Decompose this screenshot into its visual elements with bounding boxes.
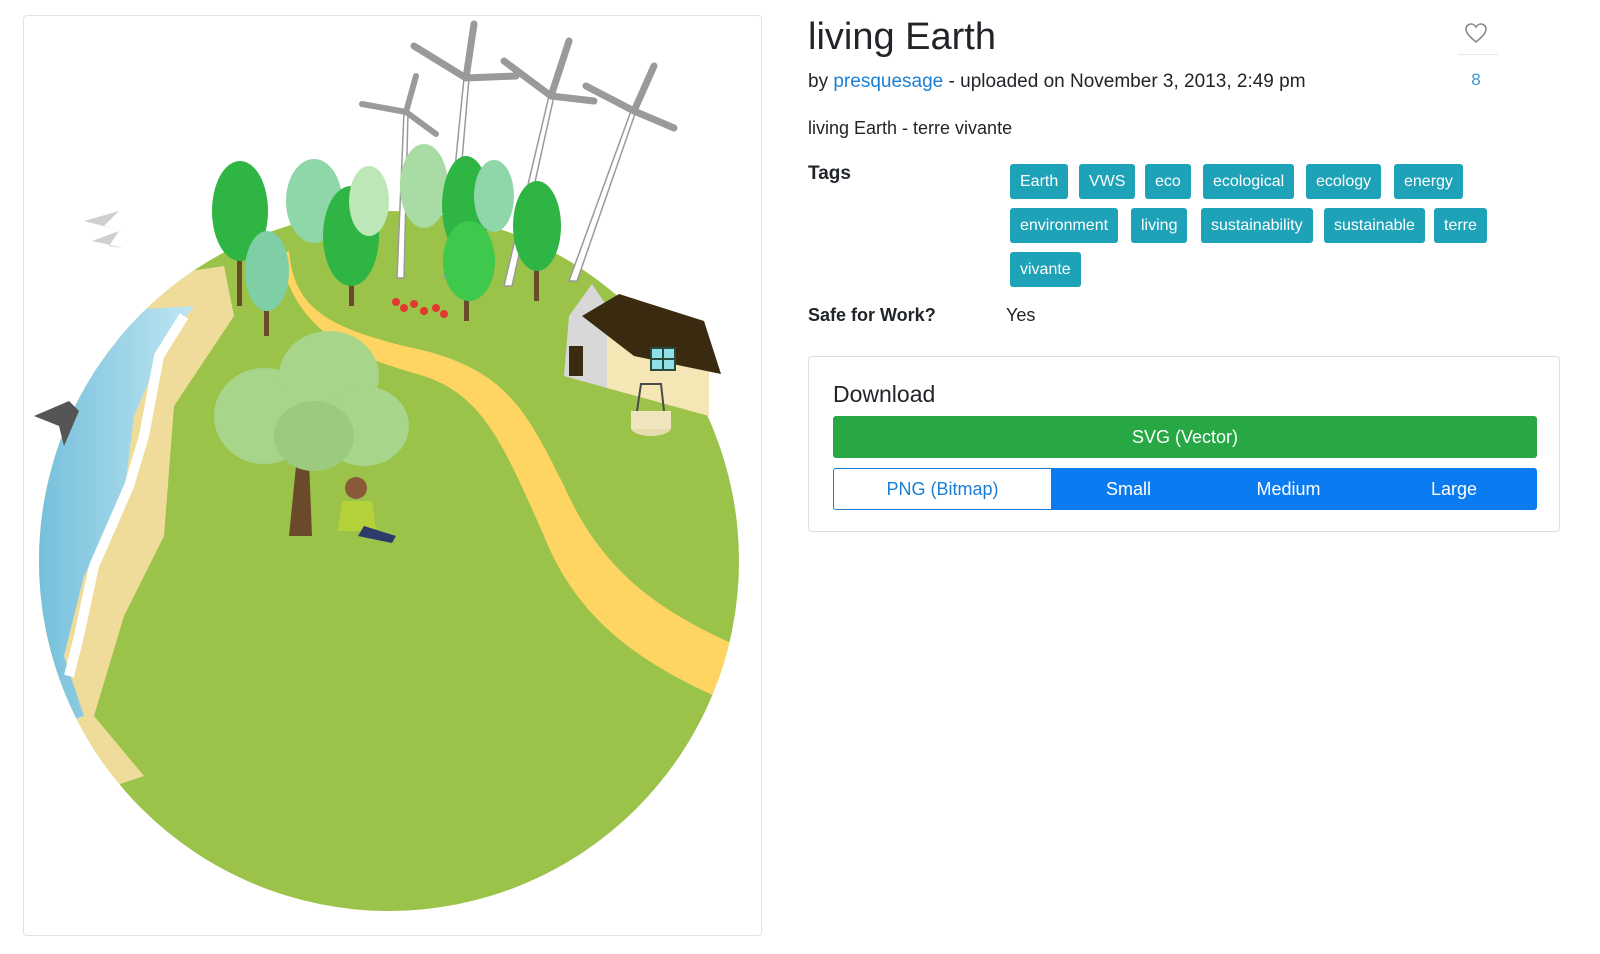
by-prefix: by bbox=[808, 71, 829, 92]
tags-label: Tags bbox=[808, 163, 851, 184]
author-link[interactable]: presquesage bbox=[833, 71, 943, 92]
download-small-button[interactable]: Small bbox=[1051, 468, 1206, 510]
download-title: Download bbox=[833, 381, 936, 407]
tag-sustainability[interactable]: sustainability bbox=[1201, 208, 1313, 243]
sfw-value: Yes bbox=[1006, 305, 1036, 325]
upload-date: - uploaded on November 3, 2013, 2:49 pm bbox=[948, 71, 1306, 92]
favorite-count: 8 bbox=[1471, 70, 1481, 89]
artwork-preview bbox=[23, 15, 762, 936]
sfw-label: Safe for Work? bbox=[808, 305, 936, 325]
tag-eco[interactable]: eco bbox=[1145, 164, 1191, 199]
tag-vivante[interactable]: vivante bbox=[1010, 252, 1081, 287]
download-large-button[interactable]: Large bbox=[1371, 468, 1537, 510]
tag-environment[interactable]: environment bbox=[1010, 208, 1119, 243]
tag-sustainable[interactable]: sustainable bbox=[1324, 208, 1425, 243]
png-bitmap-label: PNG (Bitmap) bbox=[833, 468, 1052, 510]
page-title: living Earth bbox=[808, 16, 996, 58]
tag-ecological[interactable]: ecological bbox=[1203, 164, 1295, 199]
tag-earth[interactable]: Earth bbox=[1010, 164, 1069, 199]
download-medium-button[interactable]: Medium bbox=[1206, 468, 1371, 510]
globe bbox=[39, 211, 739, 911]
tag-vws[interactable]: VWS bbox=[1079, 164, 1136, 199]
download-svg-button[interactable]: SVG (Vector) bbox=[833, 416, 1537, 458]
tag-ecology[interactable]: ecology bbox=[1306, 164, 1382, 199]
tag-terre[interactable]: terre bbox=[1434, 208, 1487, 243]
heart-icon[interactable] bbox=[1464, 22, 1488, 44]
favorite-divider bbox=[1458, 54, 1498, 55]
artwork-details: living Earth by presquesage - uploaded o… bbox=[808, 0, 1560, 954]
tag-energy[interactable]: energy bbox=[1394, 164, 1463, 199]
tag-living[interactable]: living bbox=[1131, 208, 1188, 243]
png-download-group: PNG (Bitmap) Small Medium Large bbox=[833, 468, 1537, 510]
byline: by presquesage - uploaded on November 3,… bbox=[808, 71, 1306, 93]
download-panel: Download SVG (Vector) PNG (Bitmap) Small… bbox=[808, 356, 1560, 532]
artwork-description: living Earth - terre vivante bbox=[808, 118, 1013, 138]
living-earth-illustration bbox=[34, 20, 739, 911]
